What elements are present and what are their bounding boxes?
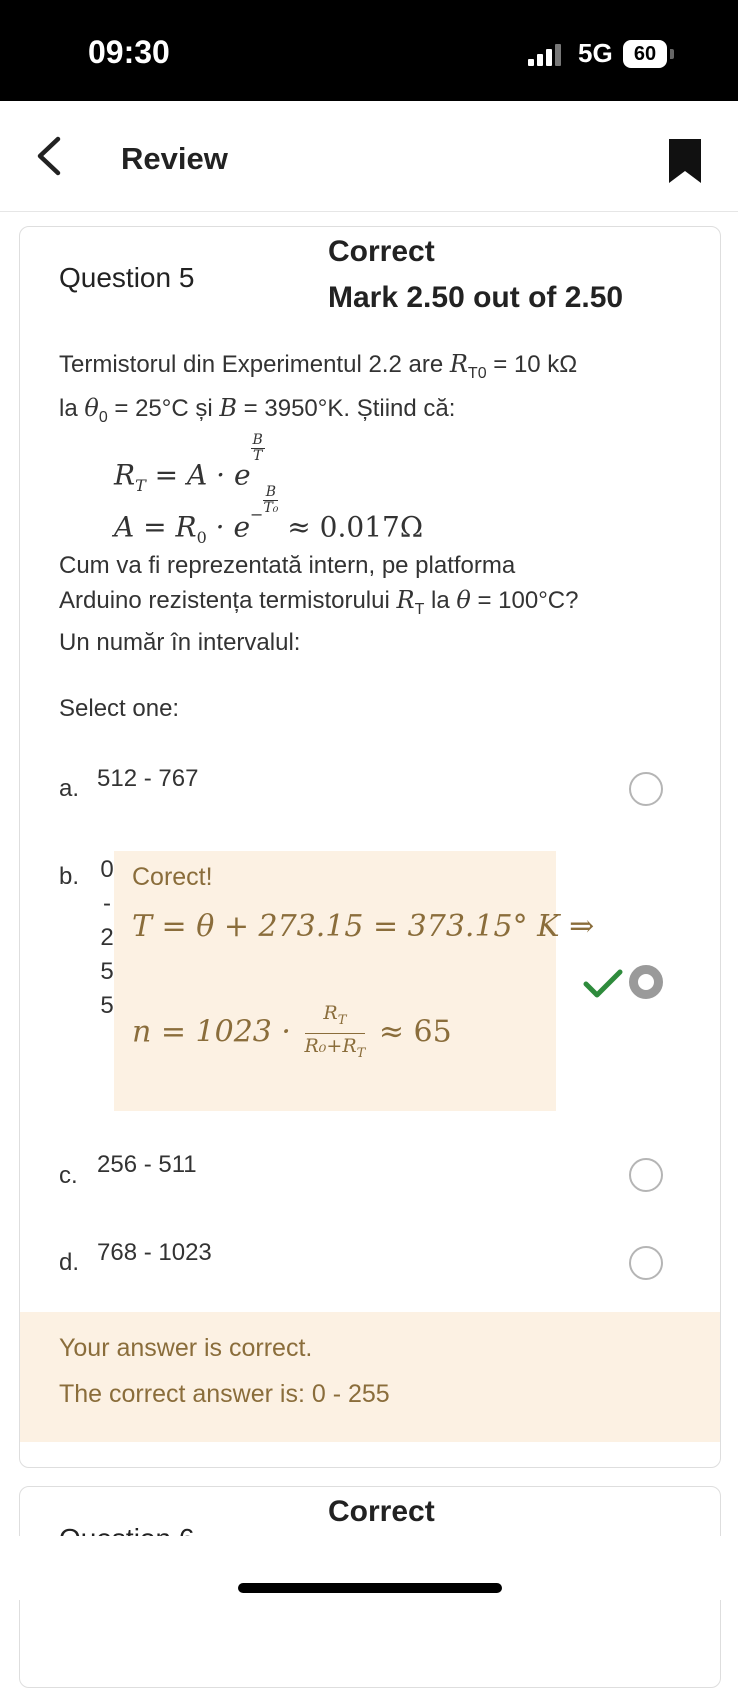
correct-answer-line: The correct answer is: 0 - 255: [59, 1380, 390, 1408]
formula-rt: RT = A · eBT: [114, 431, 265, 495]
select-prompt: Select one:: [59, 695, 180, 722]
option-label[interactable]: 768 - 1023: [97, 1239, 212, 1267]
option-label[interactable]: 512 - 767: [97, 765, 198, 793]
option-letter: d.: [59, 1249, 80, 1276]
option-radio-a[interactable]: [629, 772, 663, 806]
home-indicator[interactable]: [238, 1583, 502, 1593]
status-time: 09:30: [88, 34, 170, 70]
question-state: Correct: [328, 235, 435, 268]
specific-feedback: Corect! T = θ + 273.15 = 373.15° K ⇒ n =…: [114, 851, 594, 1111]
question-text-line: Un număr în intervalul:: [59, 629, 301, 657]
outcome-feedback: Your answer is correct. The correct answ…: [20, 1312, 720, 1442]
question-state: Correct: [328, 1495, 435, 1528]
question-card: Question 5 Correct Mark 2.50 out of 2.50…: [19, 226, 721, 1468]
option-letter: c.: [59, 1162, 78, 1189]
formula-a: A = R0 · e− B T₀ ≈ 0.017Ω: [114, 483, 424, 547]
option-radio-d[interactable]: [629, 1246, 663, 1280]
battery-icon: 60: [623, 40, 667, 68]
status-bar: 09:30 5G 60: [0, 0, 738, 101]
bookmark-icon[interactable]: [667, 137, 703, 185]
network-label: 5G: [578, 38, 613, 68]
question-text-line: Termistorul din Experimentul 2.2 are RT0…: [59, 350, 578, 382]
question-text-line: Cum va fi reprezentată intern, pe platfo…: [59, 551, 516, 579]
option-radio-c[interactable]: [629, 1158, 663, 1192]
checkmark-icon: [583, 968, 623, 1000]
app-bar: Review: [0, 101, 738, 212]
battery-tip: [670, 49, 674, 59]
option-label[interactable]: 256 - 511: [97, 1151, 197, 1179]
feedback-heading: Corect!: [132, 863, 213, 891]
question-text-line: la θ0 = 25°C și B = 3950°K. Știind că:: [59, 393, 456, 426]
page-title: Review: [121, 141, 228, 176]
option-radio-b[interactable]: [629, 965, 663, 999]
outcome-line: Your answer is correct.: [59, 1334, 313, 1362]
chevron-left-icon[interactable]: [30, 131, 70, 181]
question-text: Termistorul din Experimentul 2.2 are RT0…: [59, 347, 689, 660]
question-grade: Mark 2.50 out of 2.50: [328, 281, 624, 314]
option-letter: b.: [59, 863, 80, 890]
question-number: Question 5: [59, 262, 195, 293]
option-letter: a.: [59, 775, 80, 802]
feedback-equation: T = θ + 273.15 = 373.15° K ⇒: [132, 909, 595, 944]
question-text-line: Arduino rezistența termistorului RT la θ…: [59, 585, 579, 618]
feedback-equation: n = 1023 · RT R₀+RT ≈ 65: [132, 1002, 452, 1061]
